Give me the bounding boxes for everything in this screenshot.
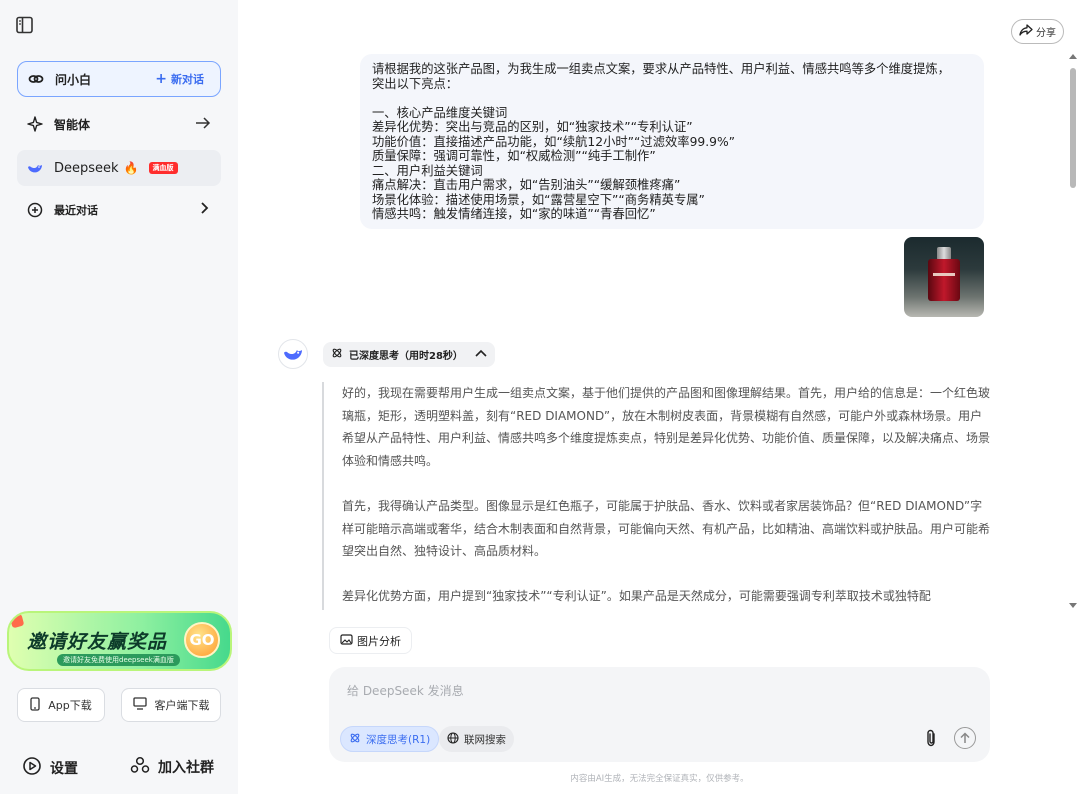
deepseek-whale-icon	[284, 350, 302, 360]
community-icon	[130, 756, 150, 778]
image-analysis-button[interactable]: 图片分析	[329, 627, 412, 654]
chevron-up-icon	[475, 349, 487, 360]
paperclip-icon[interactable]	[921, 728, 941, 748]
image-icon	[340, 633, 353, 648]
settings-icon	[22, 756, 42, 780]
phone-icon	[30, 696, 40, 714]
sidebar-item-wenxiaobai[interactable]: 问小白 + 新对话	[17, 61, 221, 97]
scrollbar-thumb[interactable]	[1070, 68, 1076, 188]
disclaimer-text: 内容由AI生成，无法完全保证真实，仅供参考。	[570, 774, 749, 784]
banner-title: 邀请好友赢奖品	[27, 631, 168, 653]
user-message: 请根据我的这张产品图，为我生成一组卖点文案，要求从产品特性、用户利益、情感共鸣等…	[360, 54, 984, 229]
sparkle-icon	[26, 115, 44, 133]
fire-icon: 🔥	[123, 161, 139, 175]
sidebar-item-agent[interactable]: 智能体	[17, 106, 221, 142]
chevron-right-icon	[199, 202, 209, 218]
globe-icon	[447, 731, 459, 747]
product-image[interactable]	[904, 237, 984, 317]
thinking-toggle[interactable]: 已深度思考（用时28秒）	[323, 342, 495, 367]
message-input[interactable]: 给 DeepSeek 发消息	[347, 682, 464, 699]
web-search-toggle[interactable]: 联网搜索	[439, 726, 514, 752]
thinking-paragraph: 首先，我得确认产品类型。图像显示是红色瓶子，可能属于护肤品、香水、饮料或者家居装…	[342, 498, 990, 559]
go-button[interactable]: GO	[184, 622, 220, 658]
sidebar-item-label: 问小白	[55, 72, 92, 87]
thinking-content: 好的，我现在需要帮用户生成一组卖点文案，基于他们提供的产品图和图像理解结果。首先…	[322, 382, 990, 610]
arrow-up-icon	[960, 732, 970, 743]
atom-icon	[331, 347, 343, 362]
banner-subtitle: 邀请好友免费使用deepseek满血版	[57, 654, 180, 666]
arrow-right-icon	[195, 116, 211, 133]
status-badge: 满血版	[148, 162, 178, 174]
deepseek-avatar	[278, 339, 308, 369]
send-button[interactable]	[954, 727, 976, 749]
monitor-icon	[132, 697, 147, 713]
sidebar-item-label: Deepseek	[54, 160, 119, 176]
share-button[interactable]: 分享	[1011, 19, 1064, 44]
settings-button[interactable]: 设置	[22, 756, 78, 780]
plus-icon: +	[155, 71, 167, 87]
thinking-paragraph: 好的，我现在需要帮用户生成一组卖点文案，基于他们提供的产品图和图像理解结果。首先…	[342, 386, 990, 468]
atom-icon	[349, 732, 361, 747]
gift-icon	[9, 613, 25, 629]
sidebar-item-recent[interactable]: 最近对话	[17, 192, 221, 228]
chat-scrollbar[interactable]	[1068, 52, 1078, 608]
scroll-down-icon[interactable]	[1069, 603, 1077, 608]
link-icon	[27, 70, 45, 88]
app-download-button[interactable]: App下载	[17, 688, 105, 722]
sidebar-toggle-icon[interactable]	[15, 15, 35, 35]
share-icon	[1019, 24, 1033, 39]
sidebar: 问小白 + 新对话 智能体 Deepseek 🔥 满血版 最近对话 邀请好友赢奖…	[0, 0, 238, 794]
sidebar-item-label: 最近对话	[54, 204, 98, 217]
sidebar-item-deepseek[interactable]: Deepseek 🔥 满血版	[17, 150, 221, 186]
client-download-button[interactable]: 客户端下载	[121, 688, 221, 722]
scroll-up-icon[interactable]	[1069, 54, 1077, 59]
thinking-paragraph: 差异化优势方面，用户提到“独家技术”“专利认证”。如果产品是天然成分，可能需要强…	[342, 589, 931, 604]
join-community-button[interactable]: 加入社群	[130, 756, 214, 778]
deep-think-toggle[interactable]: 深度思考(R1)	[340, 726, 440, 752]
message-composer[interactable]: 给 DeepSeek 发消息 深度思考(R1) 联网搜索	[329, 667, 990, 762]
deepseek-whale-icon	[26, 159, 44, 177]
plus-circle-icon	[26, 201, 44, 219]
invite-banner[interactable]: 邀请好友赢奖品 邀请好友免费使用deepseek满血版 GO	[7, 611, 232, 671]
sidebar-item-label: 智能体	[54, 117, 91, 132]
new-chat-button[interactable]: + 新对话	[155, 71, 204, 87]
